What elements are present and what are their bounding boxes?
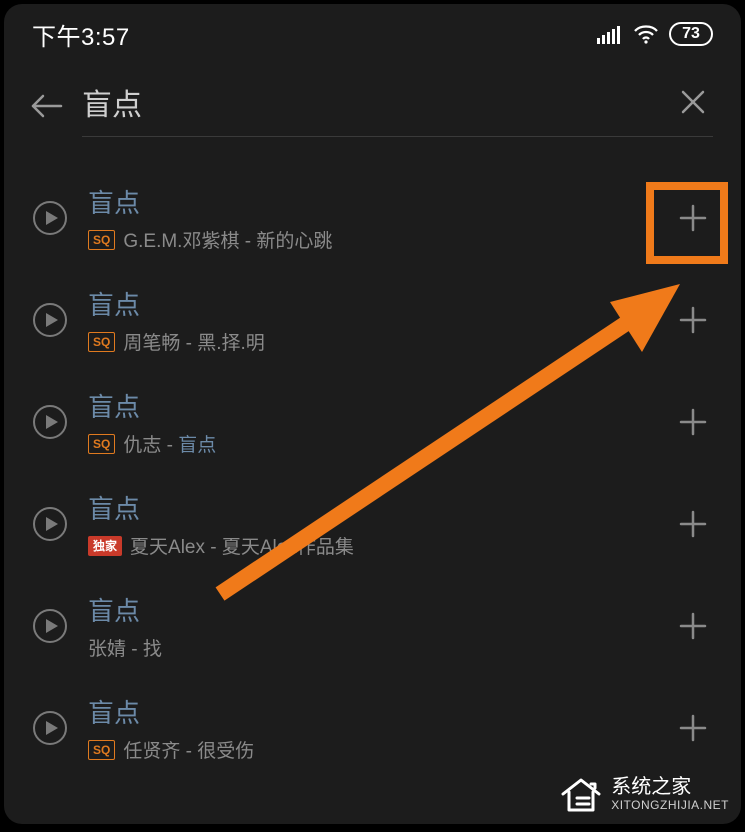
song-row[interactable]: 盲点 SQ G.E.M.邓紫棋 - 新的心跳 (4, 167, 741, 269)
song-subtitle: SQ 任贤齐 - 很受伤 (88, 736, 653, 763)
wifi-icon (633, 24, 659, 44)
exclusive-badge-icon: 独家 (88, 536, 122, 556)
song-artist: 仇志 - 盲点 (123, 430, 216, 457)
play-icon (32, 200, 68, 236)
plus-icon (677, 304, 709, 336)
add-button[interactable] (671, 400, 715, 444)
song-subtitle: SQ G.E.M.邓紫棋 - 新的心跳 (88, 226, 653, 253)
play-icon (32, 404, 68, 440)
arrow-left-icon (29, 91, 63, 121)
song-subtitle: SQ 仇志 - 盲点 (88, 430, 653, 457)
status-bar: 下午3:57 73 (4, 4, 741, 60)
song-info: 盲点 SQ 任贤齐 - 很受伤 (88, 693, 653, 763)
play-button[interactable] (30, 300, 70, 340)
play-icon (32, 506, 68, 542)
status-right: 73 (597, 22, 713, 46)
sq-badge-icon: SQ (88, 434, 115, 454)
watermark-url: XITONGZHIJIA.NET (611, 799, 729, 813)
song-info: 盲点 SQ 仇志 - 盲点 (88, 387, 653, 457)
add-button[interactable] (671, 706, 715, 750)
plus-icon (677, 406, 709, 438)
song-row[interactable]: 盲点 SQ 周笔畅 - 黑.择.明 (4, 269, 741, 371)
song-row[interactable]: 盲点 独家 夏天Alex - 夏天Alex作品集 (4, 473, 741, 575)
search-field[interactable]: 盲点 (82, 74, 713, 137)
sq-badge-icon: SQ (88, 740, 115, 760)
play-icon (32, 710, 68, 746)
song-artist: 周笔畅 - 黑.择.明 (123, 328, 264, 355)
watermark-text: 系统之家 XITONGZHIJIA.NET (611, 776, 729, 813)
song-artist: 任贤齐 - 很受伤 (123, 736, 254, 763)
plus-icon (677, 202, 709, 234)
song-title: 盲点 (88, 183, 653, 220)
song-info: 盲点 SQ G.E.M.邓紫棋 - 新的心跳 (88, 183, 653, 253)
sq-badge-icon: SQ (88, 230, 115, 250)
add-button[interactable] (671, 196, 715, 240)
song-info: 盲点 独家 夏天Alex - 夏天Alex作品集 (88, 489, 653, 559)
add-button[interactable] (671, 604, 715, 648)
song-row[interactable]: 盲点 张婧 - 找 (4, 575, 741, 677)
song-artist: 夏天Alex - 夏天Alex作品集 (130, 532, 354, 559)
sq-badge-icon: SQ (88, 332, 115, 352)
signal-icon (597, 24, 623, 44)
add-button[interactable] (671, 502, 715, 546)
play-button[interactable] (30, 606, 70, 646)
song-info: 盲点 张婧 - 找 (88, 591, 653, 661)
play-icon (32, 302, 68, 338)
play-button[interactable] (30, 402, 70, 442)
song-artist: 张婧 - 找 (88, 634, 162, 661)
play-button[interactable] (30, 504, 70, 544)
song-title: 盲点 (88, 489, 653, 526)
search-input-text: 盲点 (82, 80, 673, 124)
song-subtitle: 独家 夏天Alex - 夏天Alex作品集 (88, 532, 653, 559)
play-icon (32, 608, 68, 644)
song-artist: G.E.M.邓紫棋 - 新的心跳 (123, 226, 332, 253)
watermark-title: 系统之家 (611, 776, 729, 799)
song-info: 盲点 SQ 周笔畅 - 黑.择.明 (88, 285, 653, 355)
play-button[interactable] (30, 708, 70, 748)
song-subtitle: SQ 周笔畅 - 黑.择.明 (88, 328, 653, 355)
plus-icon (677, 712, 709, 744)
house-icon (559, 774, 603, 814)
add-button[interactable] (671, 298, 715, 342)
song-title: 盲点 (88, 591, 653, 628)
battery-indicator: 73 (669, 22, 713, 46)
song-row[interactable]: 盲点 SQ 任贤齐 - 很受伤 (4, 677, 741, 779)
play-button[interactable] (30, 198, 70, 238)
close-icon (679, 88, 707, 116)
status-time: 下午3:57 (32, 17, 130, 52)
watermark: 系统之家 XITONGZHIJIA.NET (559, 774, 729, 814)
plus-icon (677, 508, 709, 540)
song-subtitle: 张婧 - 找 (88, 634, 653, 661)
song-title: 盲点 (88, 387, 653, 424)
clear-search-button[interactable] (673, 82, 713, 122)
search-header: 盲点 (4, 60, 741, 147)
app-screen: 下午3:57 73 盲点 盲点 (4, 4, 741, 824)
plus-icon (677, 610, 709, 642)
back-button[interactable] (24, 84, 68, 128)
song-title: 盲点 (88, 285, 653, 322)
song-title: 盲点 (88, 693, 653, 730)
song-row[interactable]: 盲点 SQ 仇志 - 盲点 (4, 371, 741, 473)
song-list: 盲点 SQ G.E.M.邓紫棋 - 新的心跳 盲点 SQ 周笔畅 - 黑.择.明 (4, 147, 741, 779)
